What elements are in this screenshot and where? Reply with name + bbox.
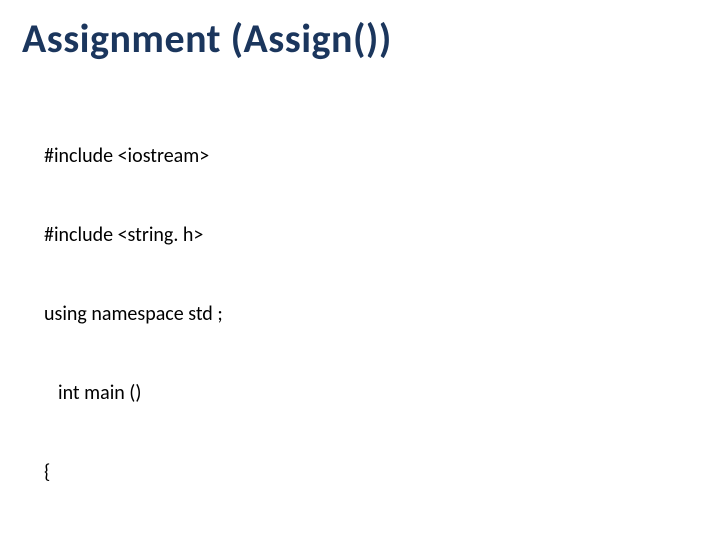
code-line: int main () — [44, 380, 379, 406]
code-line: using namespace std ; — [44, 301, 379, 327]
code-line: #include <string. h> — [44, 222, 379, 248]
code-line: #include <iostream> — [44, 143, 379, 169]
code-block: #include <iostream> #include <string. h>… — [44, 90, 379, 540]
slide: Assignment (Assign()) #include <iostream… — [0, 0, 720, 540]
code-line: { — [44, 459, 379, 485]
slide-title: Assignment (Assign()) — [22, 14, 392, 63]
